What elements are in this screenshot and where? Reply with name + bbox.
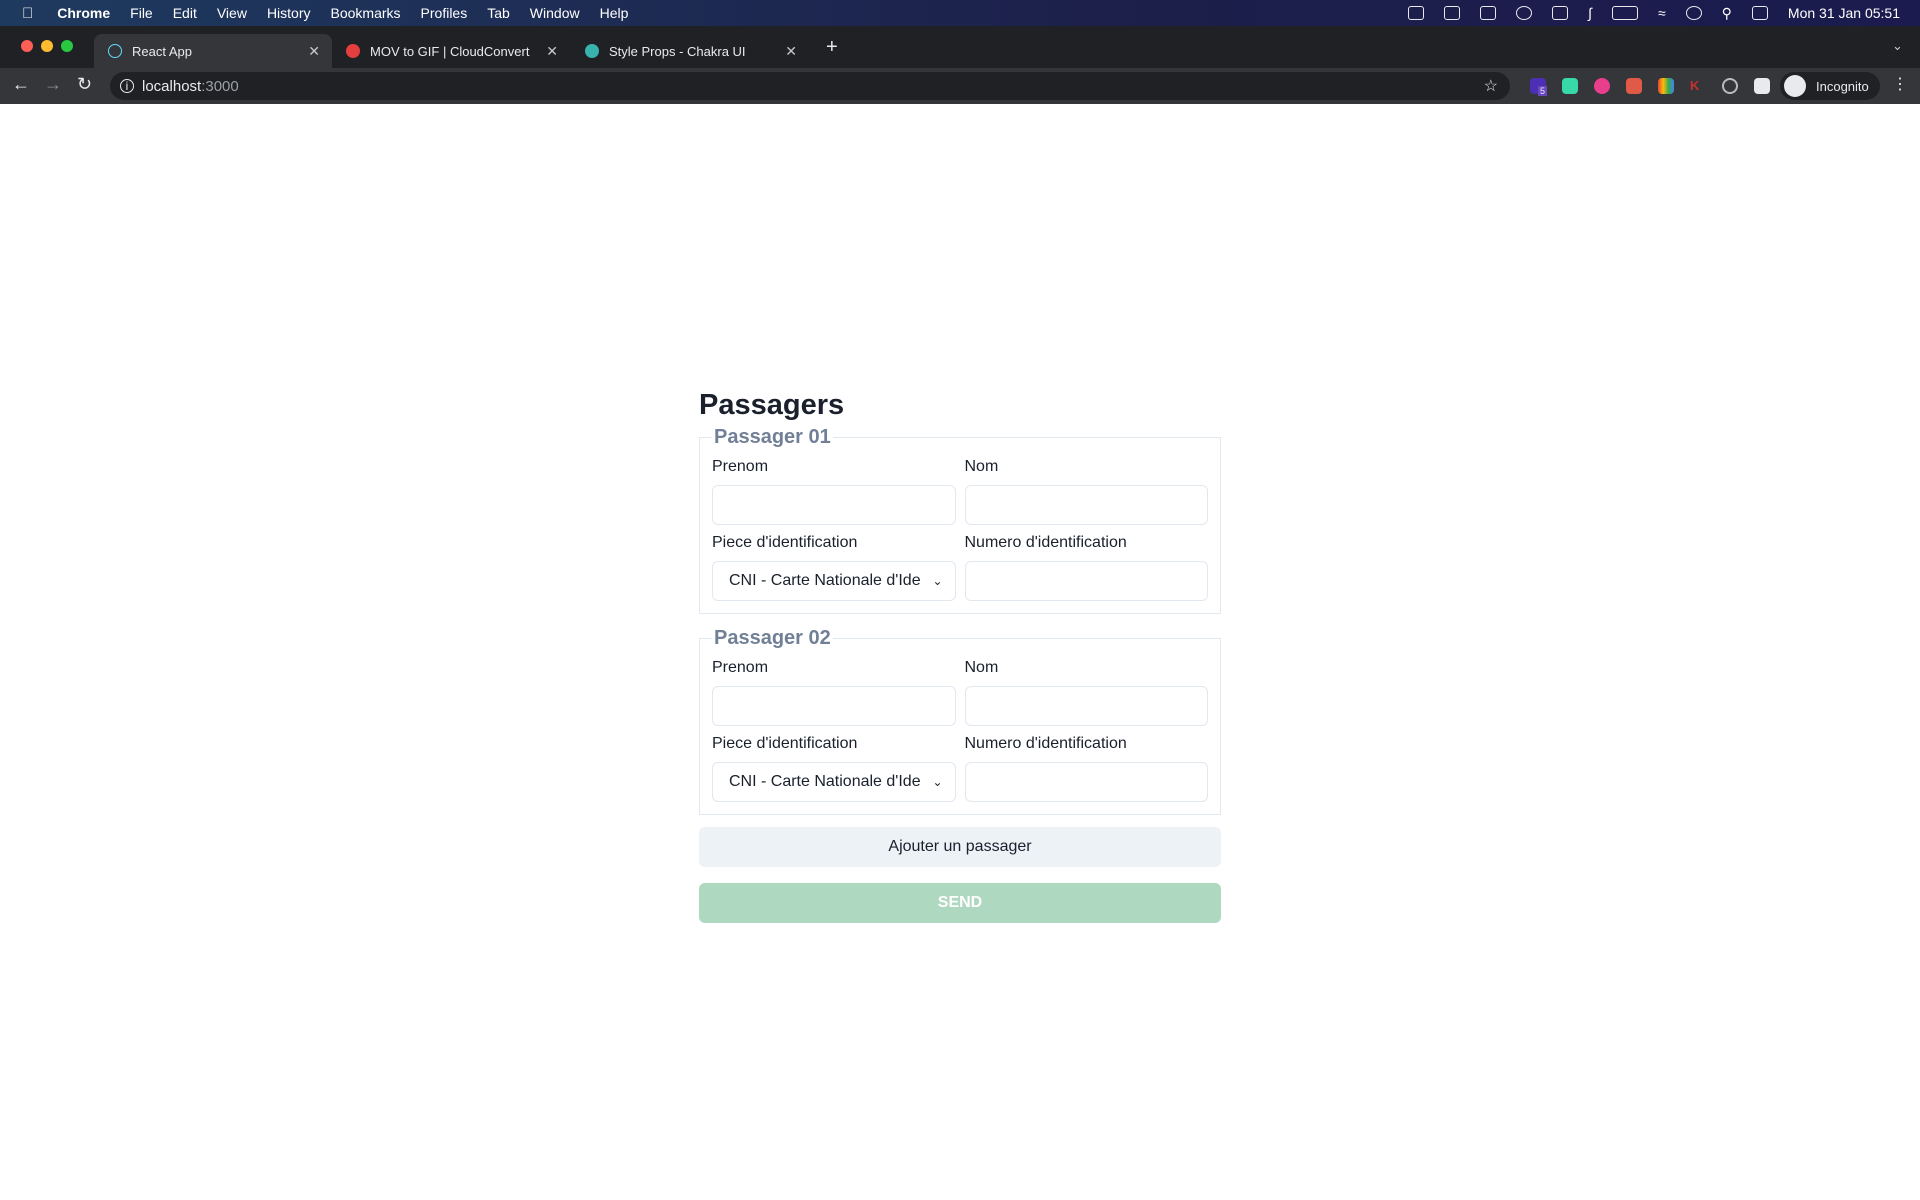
extension-icon[interactable]: K [1690,78,1706,94]
chevron-down-icon: ⌄ [932,775,943,789]
display-icon[interactable] [1480,6,1497,20]
bookmark-star-icon[interactable]: ☆ [1484,76,1498,96]
search-icon[interactable]: ⚲ [1722,5,1732,22]
macos-menubar:  Chrome File Edit View History Bookmark… [0,0,1920,26]
window-icon[interactable] [1552,6,1569,20]
chevron-down-icon: ⌄ [932,574,943,588]
tab-bar: React App ✕ MOV to GIF | CloudConvert ✕ … [0,26,1920,68]
chakra-icon [585,44,599,58]
menu-profiles[interactable]: Profiles [421,5,468,21]
numero-label: Numero d'identification [964,735,1127,752]
piece-selected-value: CNI - Carte Nationale d'Ide [729,572,921,589]
piece-select[interactable]: CNI - Carte Nationale d'Ide ⌄ [712,762,956,802]
passenger-fieldset-2: Passager 02 Prenom Nom Piece d'identific… [699,626,1221,815]
tab-title: Style Props - Chakra UI [609,43,746,59]
close-tab-icon[interactable]: ✕ [308,43,320,60]
passenger-fieldset-1: Passager 01 Prenom Nom Piece d'identific… [699,425,1221,614]
numero-input[interactable] [964,561,1208,601]
menu-file[interactable]: File [130,5,153,21]
passengers-form: Passagers Passager 01 Prenom Nom Piece d… [699,385,1221,923]
new-tab-button[interactable]: + [826,36,838,59]
piece-selected-value: CNI - Carte Nationale d'Ide [729,773,921,790]
nom-label: Nom [964,659,999,676]
bluetooth-icon[interactable]: ∫ [1588,5,1592,21]
nom-input[interactable] [964,485,1208,525]
menu-edit[interactable]: Edit [173,5,197,21]
extension-icon[interactable]: 5 [1530,78,1548,96]
numero-input[interactable] [964,762,1208,802]
incognito-profile-button[interactable]: Incognito [1780,72,1880,100]
browser-toolbar: ← → ↻ i localhost:3000 ☆ 5 K Incognito ⋮ [0,68,1920,104]
minimize-window-button[interactable] [41,40,53,52]
url-port: :3000 [201,77,239,95]
forward-button[interactable]: → [44,74,62,95]
close-tab-icon[interactable]: ✕ [546,43,558,60]
tab-react-app[interactable]: React App ✕ [94,34,332,68]
screen-share-icon[interactable] [1408,6,1425,20]
back-button[interactable]: ← [12,74,30,95]
cloudconvert-icon [346,44,360,58]
maximize-window-button[interactable] [61,40,73,52]
menu-help[interactable]: Help [600,5,629,21]
passenger-legend: Passager 02 [714,627,831,649]
profile-label: Incognito [1816,78,1869,94]
puzzle-icon[interactable] [1754,78,1770,94]
url-host: localhost [142,77,202,95]
menu-app[interactable]: Chrome [57,5,110,21]
prenom-label: Prenom [712,458,769,475]
tab-search-chevron-icon[interactable]: ⌄ [1892,38,1903,54]
tab-title: React App [132,43,192,59]
extension-icon[interactable] [1626,78,1642,94]
app-status-icon[interactable] [1444,6,1461,20]
close-window-button[interactable] [21,40,33,52]
address-bar[interactable]: i localhost:3000 ☆ [110,72,1510,100]
menu-view[interactable]: View [217,5,247,21]
tab-chakra-ui[interactable]: Style Props - Chakra UI ✕ [571,34,809,68]
extension-icon[interactable] [1562,78,1578,94]
clock[interactable]: Mon 31 Jan 05:51 [1788,5,1900,21]
incognito-icon [1784,75,1806,97]
menu-tab[interactable]: Tab [487,5,510,21]
prenom-input[interactable] [712,686,956,726]
page-title: Passagers [699,389,845,421]
prenom-input[interactable] [712,485,956,525]
extension-icon[interactable] [1594,78,1610,94]
prenom-label: Prenom [712,659,769,676]
extension-icon[interactable] [1658,78,1674,94]
piece-label: Piece d'identification [712,534,858,551]
tab-cloudconvert[interactable]: MOV to GIF | CloudConvert ✕ [332,34,570,68]
nom-label: Nom [964,458,999,475]
menu-window[interactable]: Window [530,5,580,21]
menu-history[interactable]: History [267,5,311,21]
user-icon[interactable] [1685,6,1702,20]
add-passenger-button[interactable]: Ajouter un passager [699,827,1221,867]
reload-button[interactable]: ↻ [77,74,92,95]
extension-icon[interactable] [1722,78,1738,94]
close-tab-icon[interactable]: ✕ [785,43,797,60]
react-icon [108,44,122,58]
nom-input[interactable] [964,686,1208,726]
tab-title: MOV to GIF | CloudConvert [370,43,530,59]
extension-badge: 5 [1538,86,1548,96]
play-icon[interactable] [1516,6,1533,20]
battery-icon[interactable] [1611,6,1638,20]
piece-select[interactable]: CNI - Carte Nationale d'Ide ⌄ [712,561,956,601]
menu-bookmarks[interactable]: Bookmarks [331,5,401,21]
passenger-legend: Passager 01 [714,426,831,448]
site-info-icon[interactable]: i [120,79,134,93]
send-button[interactable]: SEND [699,883,1221,923]
numero-label: Numero d'identification [964,534,1127,551]
piece-label: Piece d'identification [712,735,858,752]
apple-icon[interactable]:  [22,5,33,22]
wifi-icon[interactable]: ≈ [1658,5,1666,21]
menu-kebab-icon[interactable]: ⋮ [1892,74,1908,94]
control-center-icon[interactable] [1751,6,1768,20]
